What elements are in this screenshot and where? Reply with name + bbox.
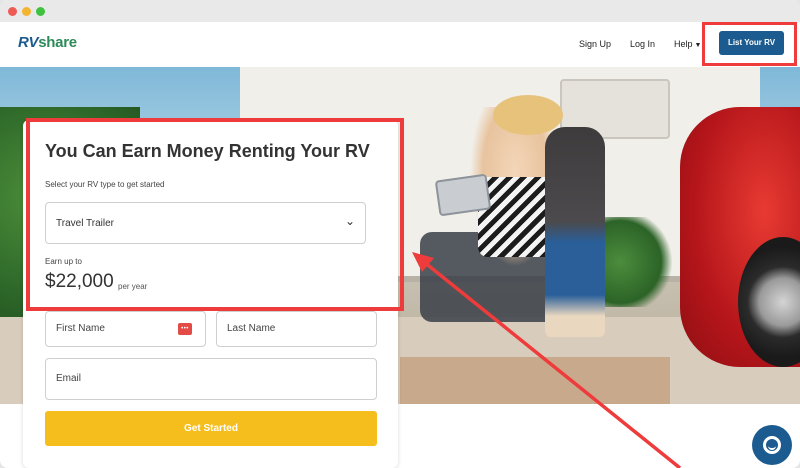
maximize-window-button[interactable] [36, 7, 45, 16]
chevron-down-icon: ⌄ [344, 214, 355, 228]
nav-log-in-link[interactable]: Log In [630, 39, 655, 49]
earnings-signup-card: You Can Earn Money Renting Your RV Selec… [23, 120, 398, 468]
nav-sign-up-link[interactable]: Sign Up [579, 39, 611, 49]
first-name-placeholder: First Name [56, 323, 105, 334]
password-dots-icon[interactable]: ••• [178, 323, 192, 335]
get-started-button[interactable]: Get Started [45, 411, 377, 446]
nav-help-label: Help [674, 39, 693, 49]
chat-bubble-icon [763, 436, 781, 454]
rv-type-selected-value: Travel Trailer [56, 218, 114, 229]
title-bar [0, 0, 800, 22]
last-name-field[interactable]: Last Name [216, 311, 377, 347]
chevron-down-icon: ▼ [694, 42, 702, 49]
card-title: You Can Earn Money Renting Your RV [45, 141, 370, 161]
chat-support-button[interactable] [752, 425, 792, 465]
email-placeholder: Email [56, 373, 82, 384]
nav-help-menu[interactable]: Help ▼ [674, 39, 701, 49]
rv-type-prompt: Select your RV type to get started [45, 180, 165, 189]
browser-window: RVshare Sign Up Log In Help ▼ List Your R… [0, 0, 800, 468]
close-window-button[interactable] [8, 7, 17, 16]
email-field[interactable]: Email [45, 358, 377, 400]
site-header: RVshare Sign Up Log In Help ▼ List Your R… [0, 22, 800, 67]
last-name-placeholder: Last Name [227, 323, 276, 334]
earn-unit: per year [118, 282, 148, 291]
earn-amount: $22,000 [45, 271, 114, 292]
earn-label: Earn up to [45, 257, 82, 266]
first-name-field[interactable]: First Name ••• [45, 311, 206, 347]
annotation-highlight-list-button [702, 22, 797, 66]
rvshare-logo[interactable]: RVshare [18, 34, 77, 51]
minimize-window-button[interactable] [22, 7, 31, 16]
rv-type-select[interactable]: Travel Trailer ⌄ [45, 202, 366, 244]
